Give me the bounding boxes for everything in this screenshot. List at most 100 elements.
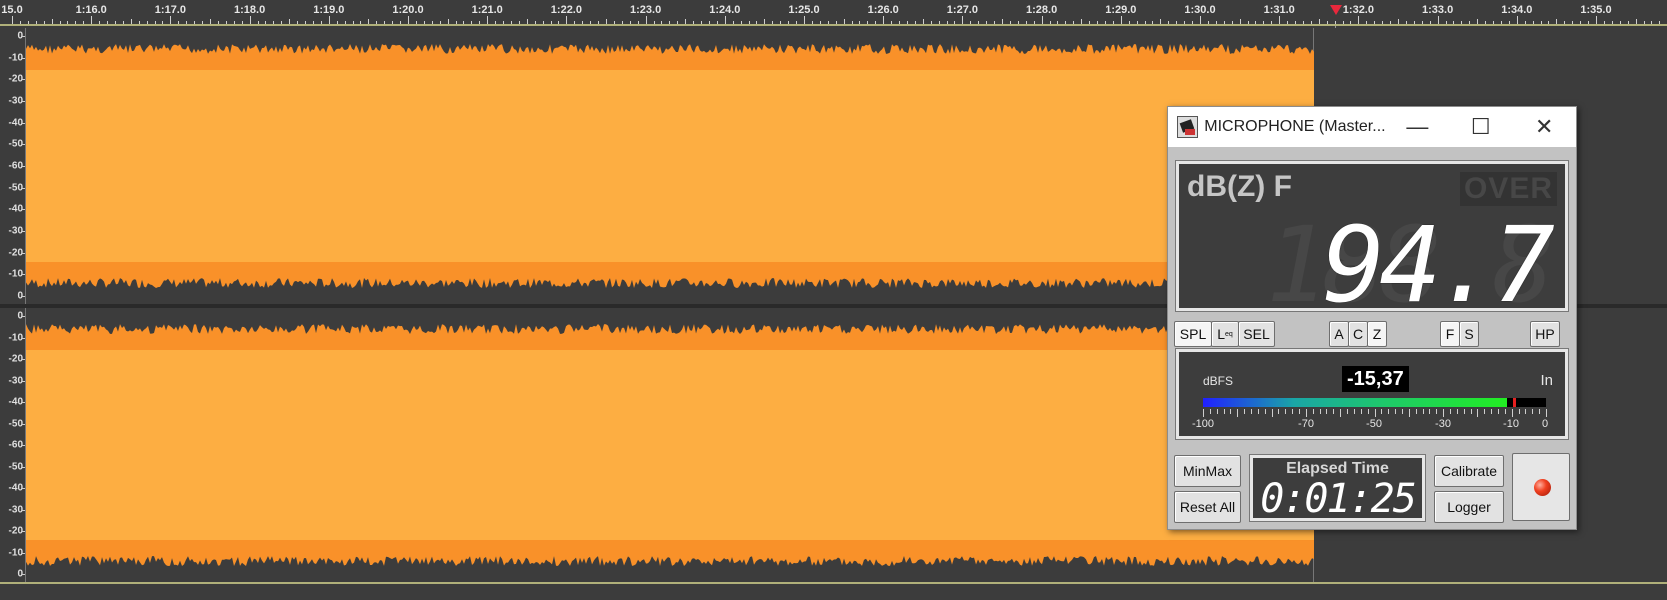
amplitude-label: -60 (8, 160, 23, 172)
timeline-minor-tick (368, 19, 370, 24)
amplitude-label: 0 (0, 569, 23, 580)
timeline-minor-tick (202, 21, 204, 24)
timeline-minor-tick (1398, 19, 1399, 24)
timeline-minor-tick (613, 21, 615, 24)
timeline-minor-tick (732, 21, 734, 24)
amplitude-tick (21, 509, 25, 511)
timeline-minor-tick (297, 21, 299, 24)
fast-button[interactable]: F (1440, 321, 1460, 347)
level-scale-tick (1532, 409, 1534, 414)
timeline-minor-tick (1651, 21, 1653, 24)
timeline-minor-tick (1049, 21, 1051, 24)
timeline-minor-tick (1318, 19, 1320, 24)
timeline-minor-tick (677, 21, 679, 24)
timeline-minor-tick (930, 21, 932, 24)
timeline-minor-tick (764, 19, 766, 24)
reset-all-button[interactable]: Reset All (1174, 491, 1241, 523)
spl-button[interactable]: SPL (1174, 321, 1212, 347)
timeline-minor-tick (748, 21, 750, 24)
calibrate-button[interactable]: Calibrate (1434, 455, 1504, 487)
timeline-minor-tick (875, 21, 877, 24)
timeline-minor-tick (1207, 21, 1209, 24)
waveform[interactable] (26, 308, 1314, 582)
level-scale-tick (1539, 409, 1541, 414)
maximize-button[interactable]: ☐ (1449, 107, 1512, 147)
timeline-minor-tick (1532, 21, 1534, 24)
waveform[interactable] (26, 28, 1314, 304)
timeline-minor-tick (1611, 21, 1613, 24)
level-scale-tick (1271, 409, 1273, 417)
amplitude-label: -30 (8, 225, 23, 237)
timeline-major-tick (566, 16, 568, 24)
close-button[interactable]: ✕ (1513, 107, 1576, 147)
timeline-minor-tick (891, 21, 893, 24)
timeline-minor-tick (99, 21, 101, 24)
level-scale-tick (1230, 409, 1232, 414)
amplitude-tick (21, 337, 25, 339)
a-weighting-button[interactable]: A (1329, 321, 1349, 347)
timeline-minor-tick (621, 21, 623, 24)
timeline-minor-tick (265, 21, 267, 24)
timeline-minor-tick (780, 21, 782, 24)
timeline-minor-tick (598, 21, 600, 24)
timeline-minor-tick (851, 21, 853, 24)
level-scale-tick (1292, 409, 1294, 414)
timeline-major-tick (408, 16, 409, 24)
timeline-minor-tick (859, 21, 861, 24)
timeline-minor-tick (1271, 21, 1273, 24)
timeline-minor-tick (1215, 21, 1217, 24)
timeline-minor-tick (336, 21, 338, 24)
timeline-minor-tick (574, 21, 576, 24)
timeline-ruler[interactable]: 15.0 1:16.0 1:17.0 1:18.0 1:19.0 1:20.0 1:21.0… (0, 0, 1667, 26)
level-scale-tick (1518, 409, 1520, 414)
level-peak-marker (1513, 398, 1517, 407)
waveform-svg (26, 324, 1314, 566)
logger-button[interactable]: Logger (1434, 491, 1504, 523)
amplitude-tick (21, 552, 25, 554)
level-scale-tick (1401, 409, 1403, 414)
timeline-minor-tick (827, 21, 829, 24)
timeline-minor-tick (463, 21, 465, 24)
timeline-minor-tick (225, 21, 227, 24)
timeline-minor-tick (1572, 21, 1574, 24)
level-scale-tick (1497, 409, 1499, 414)
level-scale-tick (1347, 409, 1349, 414)
amplitude-label: -40 (8, 203, 23, 215)
timeline-label: 1:27.0 (946, 4, 978, 16)
timeline-minor-tick (661, 21, 663, 24)
sel-button[interactable]: SEL (1238, 321, 1275, 347)
timeline-minor-tick (1580, 21, 1582, 24)
timeline-minor-tick (210, 19, 211, 24)
timeline-minor-tick (550, 21, 552, 24)
minimize-button[interactable]: — (1386, 107, 1449, 147)
timeline-minor-tick (1160, 19, 1162, 24)
z-weighting-button[interactable]: Z (1367, 321, 1387, 347)
timeline-minor-tick (994, 21, 996, 24)
title-bar[interactable]: MICROPHONE (Master... — ☐ ✕ (1168, 107, 1576, 147)
timeline-minor-tick (542, 21, 544, 24)
level-scale-tick (1285, 409, 1287, 414)
amplitude-tick (21, 274, 25, 276)
timeline-minor-tick (154, 21, 156, 24)
leq-button[interactable]: Leq (1211, 321, 1239, 347)
level-scale-tick (1422, 409, 1424, 414)
timeline-label: 1:26.0 (867, 4, 899, 16)
level-scale-tick (1264, 409, 1266, 414)
timeline-minor-tick (534, 21, 536, 24)
amplitude-label: -30 (8, 95, 23, 107)
timeline-major-tick (645, 16, 647, 24)
c-weighting-button[interactable]: C (1348, 321, 1368, 347)
high-pass-button[interactable]: HP (1530, 321, 1560, 347)
amplitude-label: -30 (8, 375, 23, 386)
timeline-minor-tick (400, 21, 402, 24)
timeline-minor-tick (1556, 19, 1558, 24)
timeline-label: 1:16.0 (75, 4, 107, 16)
record-button[interactable] (1512, 453, 1570, 521)
slow-button[interactable]: S (1459, 321, 1479, 347)
timeline-major-tick (804, 16, 805, 24)
level-scale-tick (1429, 409, 1431, 414)
playhead-marker-icon[interactable] (1330, 5, 1342, 15)
timeline-major-tick (1200, 16, 1201, 24)
minmax-button[interactable]: MinMax (1174, 455, 1241, 487)
sound-level-meter-window[interactable]: MICROPHONE (Master... — ☐ ✕ dB(Z) F OVER… (1167, 106, 1577, 530)
